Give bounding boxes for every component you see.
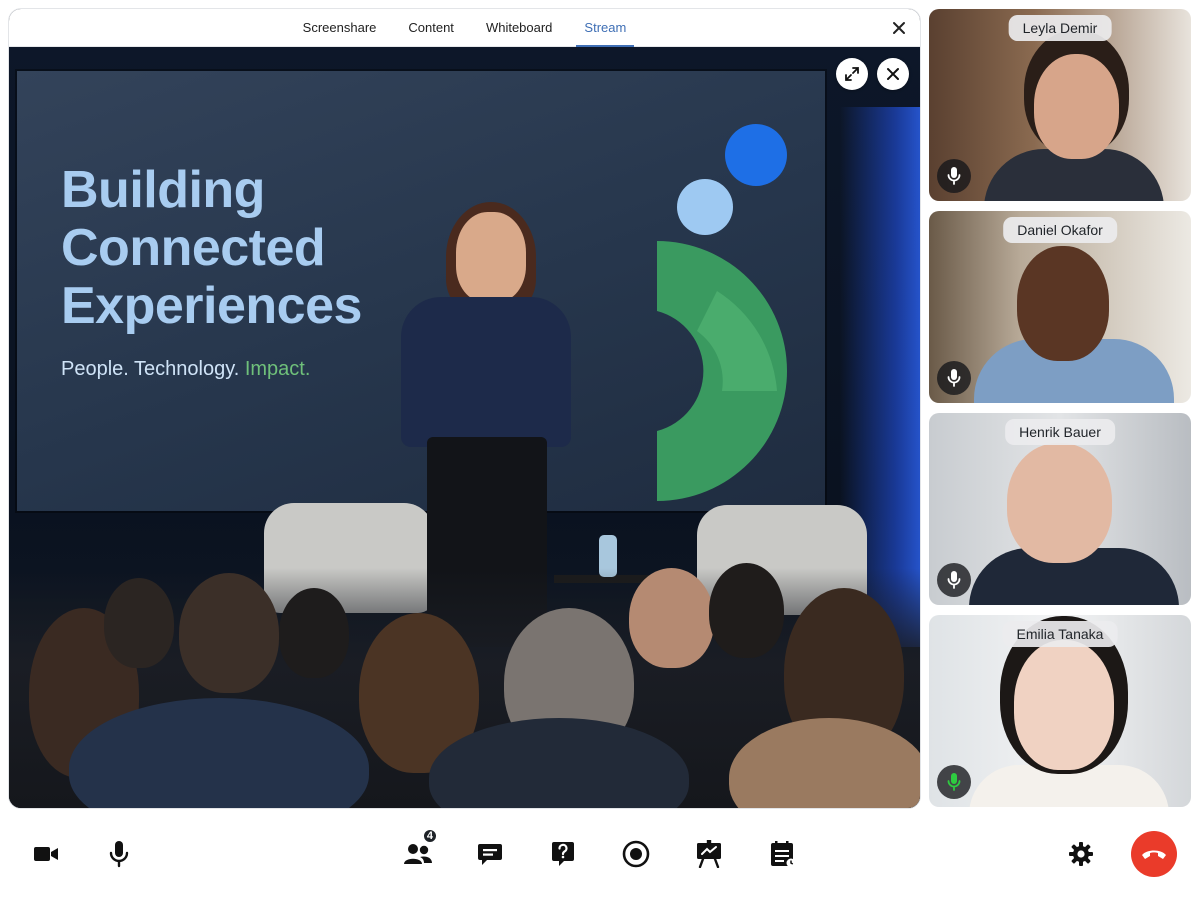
main-stage: Screenshare Content Whiteboard Stream Bu… — [9, 9, 920, 808]
camera-button[interactable] — [24, 832, 68, 876]
chat-icon — [478, 844, 502, 865]
participant-tile[interactable]: Leyla Demir — [929, 9, 1191, 201]
settings-icon — [1069, 842, 1093, 866]
close-stream-button[interactable] — [877, 58, 909, 90]
participant-mic-button[interactable] — [937, 159, 971, 193]
expand-icon — [845, 67, 859, 81]
expand-button[interactable] — [836, 58, 868, 90]
participant-tile[interactable]: Daniel Okafor — [929, 211, 1191, 403]
participant-tile[interactable]: Henrik Bauer — [929, 413, 1191, 605]
microphone-icon — [947, 773, 961, 791]
camera-icon — [34, 847, 58, 861]
record-icon — [622, 840, 650, 868]
microphone-button[interactable] — [97, 832, 141, 876]
qa-button[interactable] — [541, 832, 585, 876]
presentation-button[interactable] — [687, 832, 731, 876]
tab-content[interactable]: Content — [392, 9, 470, 46]
record-button[interactable] — [614, 832, 658, 876]
participant-mic-button[interactable] — [937, 563, 971, 597]
microphone-icon — [947, 167, 961, 185]
participant-mic-button[interactable] — [937, 765, 971, 799]
agenda-button[interactable] — [761, 832, 805, 876]
audience — [9, 563, 920, 808]
participants-button[interactable]: 4 — [396, 828, 440, 876]
tab-stream[interactable]: Stream — [568, 9, 642, 47]
close-tabs-button[interactable] — [888, 17, 910, 39]
agenda-icon — [771, 841, 796, 868]
participants-count-badge: 4 — [421, 828, 438, 844]
content-tabbar: Screenshare Content Whiteboard Stream — [9, 9, 920, 47]
presenter-face — [456, 212, 526, 302]
participant-name: Emilia Tanaka — [1002, 621, 1118, 647]
participant-mic-button[interactable] — [937, 361, 971, 395]
participants-icon — [404, 844, 432, 864]
microphone-icon — [947, 571, 961, 589]
close-icon — [887, 68, 899, 80]
participant-name: Leyla Demir — [1008, 15, 1112, 41]
presentation-icon — [697, 840, 721, 868]
participant-name: Henrik Bauer — [1005, 419, 1115, 445]
settings-button[interactable] — [1059, 832, 1103, 876]
close-icon — [893, 22, 905, 34]
end-call-icon — [1142, 850, 1166, 859]
participant-name: Daniel Okafor — [1003, 217, 1117, 243]
participant-tile[interactable]: Emilia Tanaka — [929, 615, 1191, 807]
tab-whiteboard[interactable]: Whiteboard — [470, 9, 568, 46]
qa-icon — [552, 842, 574, 866]
end-call-button[interactable] — [1131, 831, 1177, 877]
chat-button[interactable] — [468, 832, 512, 876]
microphone-icon — [109, 841, 129, 868]
presenter-body — [401, 297, 571, 447]
stream-video: Building Connected Experiences People. T… — [9, 47, 920, 808]
microphone-icon — [947, 369, 961, 387]
tab-screenshare[interactable]: Screenshare — [287, 9, 393, 46]
